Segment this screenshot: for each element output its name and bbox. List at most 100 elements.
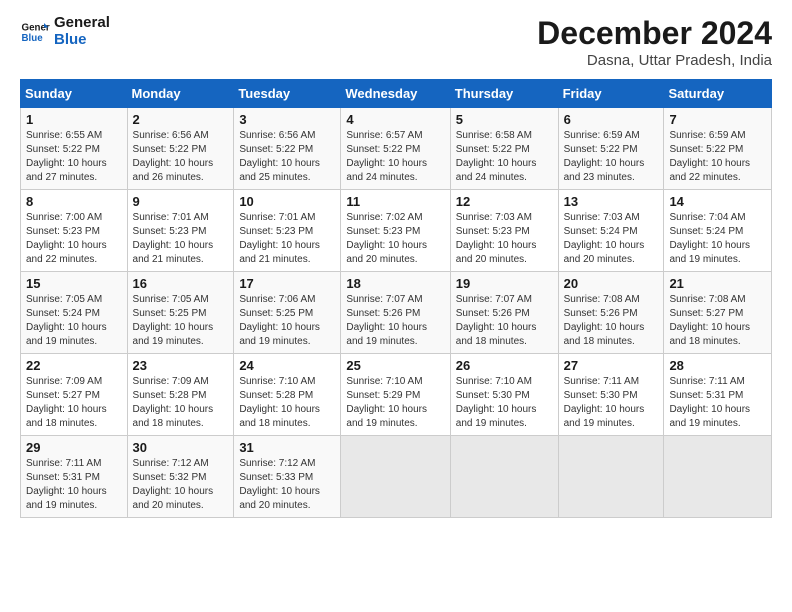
header-saturday: Saturday (664, 80, 772, 108)
header-sunday: Sunday (21, 80, 128, 108)
logo-blue: Blue (54, 31, 87, 48)
day-detail: Sunrise: 7:07 AM Sunset: 5:26 PM Dayligh… (346, 293, 444, 349)
day-number: 13 (564, 194, 659, 209)
day-number: 27 (564, 358, 659, 373)
day-detail: Sunrise: 7:08 AM Sunset: 5:26 PM Dayligh… (564, 293, 659, 349)
table-row: 19 Sunrise: 7:07 AM Sunset: 5:26 PM Dayli… (450, 272, 558, 354)
table-row (664, 436, 772, 518)
table-row: 18 Sunrise: 7:07 AM Sunset: 5:26 PM Dayli… (341, 272, 450, 354)
subtitle: Dasna, Uttar Pradesh, India (537, 52, 772, 69)
day-number: 30 (133, 440, 229, 455)
table-row: 2Sunrise: 6:56 AM Sunset: 5:22 PM Daylig… (127, 108, 234, 190)
day-detail: Sunrise: 7:07 AM Sunset: 5:26 PM Dayligh… (456, 293, 553, 349)
day-number: 10 (239, 194, 335, 209)
calendar: Sunday Monday Tuesday Wednesday Thursday… (20, 79, 772, 518)
table-row: 6 Sunrise: 6:59 AM Sunset: 5:22 PM Daylig… (558, 108, 664, 190)
day-number: 15 (26, 276, 122, 291)
day-number: 23 (133, 358, 229, 373)
day-detail: Sunrise: 7:01 AM Sunset: 5:23 PM Dayligh… (239, 211, 335, 267)
day-detail: Sunrise: 7:03 AM Sunset: 5:24 PM Dayligh… (564, 211, 659, 267)
day-number: 18 (346, 276, 444, 291)
table-row (450, 436, 558, 518)
table-row: 7Sunrise: 6:59 AM Sunset: 5:22 PM Daylig… (664, 108, 772, 190)
day-number: 1 (26, 112, 122, 127)
header-wednesday: Wednesday (341, 80, 450, 108)
day-number: 5 (456, 112, 553, 127)
day-number: 26 (456, 358, 553, 373)
day-detail: Sunrise: 7:04 AM Sunset: 5:24 PM Dayligh… (669, 211, 766, 267)
calendar-week-2: 8 Sunrise: 7:00 AM Sunset: 5:23 PM Daylig… (21, 190, 772, 272)
table-row: 3Sunrise: 6:56 AM Sunset: 5:22 PM Daylig… (234, 108, 341, 190)
table-row: 11Sunrise: 7:02 AM Sunset: 5:23 PM Dayli… (341, 190, 450, 272)
day-detail: Sunrise: 7:11 AM Sunset: 5:31 PM Dayligh… (669, 375, 766, 431)
table-row (558, 436, 664, 518)
table-row: 25Sunrise: 7:10 AM Sunset: 5:29 PM Dayli… (341, 354, 450, 436)
day-number: 11 (346, 194, 444, 209)
header-tuesday: Tuesday (234, 80, 341, 108)
table-row: 1 Sunrise: 6:55 AM Sunset: 5:22 PM Daylig… (21, 108, 128, 190)
calendar-header-row: Sunday Monday Tuesday Wednesday Thursday… (21, 80, 772, 108)
header-monday: Monday (127, 80, 234, 108)
day-detail: Sunrise: 7:09 AM Sunset: 5:27 PM Dayligh… (26, 375, 122, 431)
calendar-week-1: 1 Sunrise: 6:55 AM Sunset: 5:22 PM Daylig… (21, 108, 772, 190)
table-row: 23 Sunrise: 7:09 AM Sunset: 5:28 PM Dayli… (127, 354, 234, 436)
calendar-week-5: 29 Sunrise: 7:11 AM Sunset: 5:31 PM Dayli… (21, 436, 772, 518)
table-row: 27 Sunrise: 7:11 AM Sunset: 5:30 PM Dayli… (558, 354, 664, 436)
table-row: 5 Sunrise: 6:58 AM Sunset: 5:22 PM Daylig… (450, 108, 558, 190)
header-friday: Friday (558, 80, 664, 108)
table-row: 15 Sunrise: 7:05 AM Sunset: 5:24 PM Dayli… (21, 272, 128, 354)
day-detail: Sunrise: 7:09 AM Sunset: 5:28 PM Dayligh… (133, 375, 229, 431)
table-row: 21Sunrise: 7:08 AM Sunset: 5:27 PM Dayli… (664, 272, 772, 354)
day-number: 20 (564, 276, 659, 291)
day-detail: Sunrise: 7:00 AM Sunset: 5:23 PM Dayligh… (26, 211, 122, 267)
table-row: 31 Sunrise: 7:12 AM Sunset: 5:33 PM Dayli… (234, 436, 341, 518)
table-row: 22 Sunrise: 7:09 AM Sunset: 5:27 PM Dayli… (21, 354, 128, 436)
logo: General Blue General Blue (20, 15, 110, 48)
logo-icon: General Blue (20, 17, 50, 47)
day-number: 7 (669, 112, 766, 127)
day-number: 21 (669, 276, 766, 291)
table-row: 10 Sunrise: 7:01 AM Sunset: 5:23 PM Dayli… (234, 190, 341, 272)
table-row: 16 Sunrise: 7:05 AM Sunset: 5:25 PM Dayli… (127, 272, 234, 354)
day-number: 22 (26, 358, 122, 373)
day-detail: Sunrise: 7:10 AM Sunset: 5:29 PM Dayligh… (346, 375, 444, 431)
day-detail: Sunrise: 7:10 AM Sunset: 5:30 PM Dayligh… (456, 375, 553, 431)
day-number: 19 (456, 276, 553, 291)
day-detail: Sunrise: 7:05 AM Sunset: 5:24 PM Dayligh… (26, 293, 122, 349)
day-number: 24 (239, 358, 335, 373)
table-row: 28Sunrise: 7:11 AM Sunset: 5:31 PM Dayli… (664, 354, 772, 436)
month-title: December 2024 (537, 15, 772, 52)
table-row: 9Sunrise: 7:01 AM Sunset: 5:23 PM Daylig… (127, 190, 234, 272)
day-detail: Sunrise: 6:55 AM Sunset: 5:22 PM Dayligh… (26, 129, 122, 185)
day-detail: Sunrise: 7:11 AM Sunset: 5:30 PM Dayligh… (564, 375, 659, 431)
page: General Blue General Blue December 2024 … (0, 0, 792, 612)
day-detail: Sunrise: 7:10 AM Sunset: 5:28 PM Dayligh… (239, 375, 335, 431)
day-number: 9 (133, 194, 229, 209)
table-row (341, 436, 450, 518)
table-row: 8 Sunrise: 7:00 AM Sunset: 5:23 PM Daylig… (21, 190, 128, 272)
title-area: December 2024 Dasna, Uttar Pradesh, Indi… (537, 15, 772, 69)
day-number: 17 (239, 276, 335, 291)
day-detail: Sunrise: 7:12 AM Sunset: 5:33 PM Dayligh… (239, 457, 335, 513)
day-number: 31 (239, 440, 335, 455)
day-number: 6 (564, 112, 659, 127)
table-row: 26 Sunrise: 7:10 AM Sunset: 5:30 PM Dayli… (450, 354, 558, 436)
header-thursday: Thursday (450, 80, 558, 108)
day-detail: Sunrise: 6:58 AM Sunset: 5:22 PM Dayligh… (456, 129, 553, 185)
table-row: 24 Sunrise: 7:10 AM Sunset: 5:28 PM Dayli… (234, 354, 341, 436)
day-number: 4 (346, 112, 444, 127)
day-detail: Sunrise: 7:12 AM Sunset: 5:32 PM Dayligh… (133, 457, 229, 513)
day-number: 14 (669, 194, 766, 209)
day-detail: Sunrise: 6:56 AM Sunset: 5:22 PM Dayligh… (239, 129, 335, 185)
day-number: 16 (133, 276, 229, 291)
day-detail: Sunrise: 7:11 AM Sunset: 5:31 PM Dayligh… (26, 457, 122, 513)
day-number: 29 (26, 440, 122, 455)
day-detail: Sunrise: 7:06 AM Sunset: 5:25 PM Dayligh… (239, 293, 335, 349)
day-detail: Sunrise: 6:59 AM Sunset: 5:22 PM Dayligh… (564, 129, 659, 185)
table-row: 14 Sunrise: 7:04 AM Sunset: 5:24 PM Dayli… (664, 190, 772, 272)
day-number: 8 (26, 194, 122, 209)
table-row: 13 Sunrise: 7:03 AM Sunset: 5:24 PM Dayli… (558, 190, 664, 272)
svg-text:Blue: Blue (22, 33, 44, 44)
logo-general: General (54, 14, 110, 31)
day-detail: Sunrise: 7:05 AM Sunset: 5:25 PM Dayligh… (133, 293, 229, 349)
